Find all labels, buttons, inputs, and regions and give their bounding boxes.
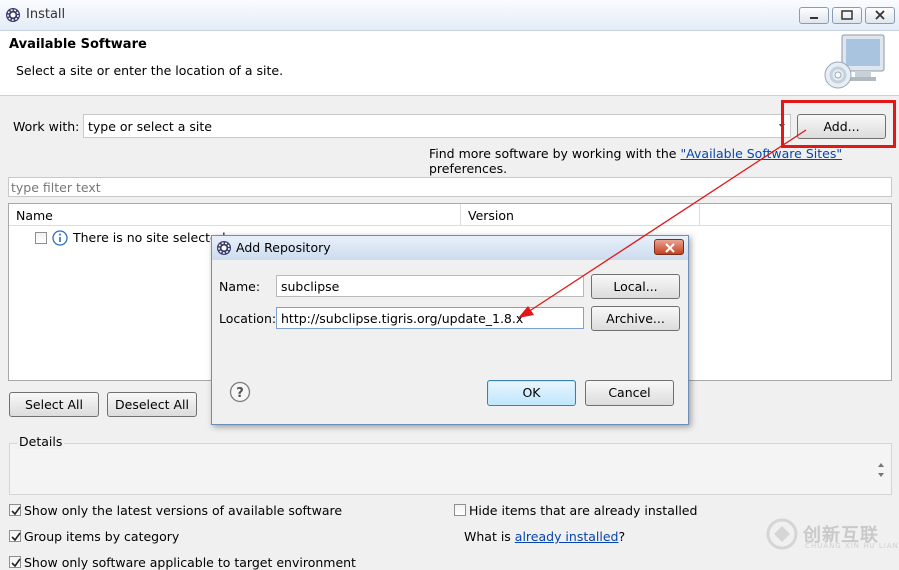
available-software-sites-link[interactable]: "Available Software Sites" [680, 146, 842, 161]
eclipse-icon [6, 8, 20, 22]
details-box [9, 443, 892, 495]
what-is-prefix: What is [464, 529, 515, 544]
group-by-category-checkbox[interactable] [9, 530, 21, 542]
column-header-name-label: Name [16, 208, 53, 223]
group-by-category-label: Group items by category [24, 529, 180, 544]
filter-input[interactable]: type filter text [8, 177, 892, 197]
cancel-button[interactable]: Cancel [585, 380, 674, 406]
column-header-blank [700, 204, 891, 226]
help-icon[interactable]: ? [229, 381, 251, 403]
show-applicable-checkbox[interactable] [9, 556, 21, 568]
location-label: Location: [219, 311, 277, 326]
name-field[interactable]: subclipse [276, 275, 584, 297]
show-latest-label: Show only the latest versions of availab… [24, 503, 343, 518]
local-button[interactable]: Local... [591, 274, 680, 299]
window-titlebar [0, 0, 899, 31]
column-header-version[interactable]: Version [461, 204, 700, 226]
work-with-label: Work with: [13, 119, 80, 134]
minimize-button[interactable] [799, 7, 829, 24]
column-header-name[interactable]: Name [9, 204, 461, 226]
name-label: Name: [219, 279, 261, 294]
page-title: Available Software [9, 37, 147, 52]
annotation-highlight-box [781, 100, 896, 148]
maximize-button[interactable] [832, 7, 862, 24]
archive-button[interactable]: Archive... [591, 306, 680, 331]
show-latest-checkbox[interactable] [9, 504, 21, 516]
what-is-installed-text: What is already installed? [464, 529, 625, 544]
select-all-button[interactable]: Select All [9, 392, 99, 417]
watermark-subtext: CHUANG XIN HU LIAN [805, 542, 899, 550]
eclipse-icon [217, 241, 231, 255]
location-field[interactable]: http://subclipse.tigris.org/update_1.8.x [276, 307, 584, 329]
hide-installed-checkbox[interactable] [454, 504, 466, 516]
location-value: http://subclipse.tigris.org/update_1.8.x [281, 311, 524, 326]
name-value: subclipse [281, 279, 340, 294]
find-more-suffix: preferences. [429, 161, 508, 176]
work-with-value: type or select a site [88, 119, 212, 134]
find-more-text: Find more software by working with the "… [429, 146, 899, 176]
scroll-arrows-icon[interactable] [873, 455, 889, 485]
details-label: Details [17, 434, 65, 449]
column-header-version-label: Version [468, 208, 514, 223]
find-more-prefix: Find more software by working with the [429, 146, 681, 161]
already-installed-link[interactable]: already installed [515, 529, 619, 544]
hide-installed-label: Hide items that are already installed [469, 503, 698, 518]
window-title: Install [26, 7, 66, 22]
what-is-suffix: ? [618, 529, 626, 544]
svg-text:?: ? [236, 386, 244, 401]
table-row: There is no site selected. [73, 230, 230, 245]
row-checkbox[interactable] [35, 232, 47, 244]
deselect-all-button[interactable]: Deselect All [107, 392, 197, 417]
install-computer-icon [824, 34, 885, 89]
info-icon [52, 230, 68, 246]
filter-placeholder: type filter text [11, 180, 101, 195]
close-button[interactable] [865, 7, 895, 24]
page-description: Select a site or enter the location of a… [16, 63, 284, 78]
dialog-title: Add Repository [236, 240, 331, 255]
work-with-combo[interactable]: type or select a site [83, 114, 791, 138]
dialog-close-button[interactable] [654, 239, 684, 255]
ok-button[interactable]: OK [487, 380, 576, 406]
